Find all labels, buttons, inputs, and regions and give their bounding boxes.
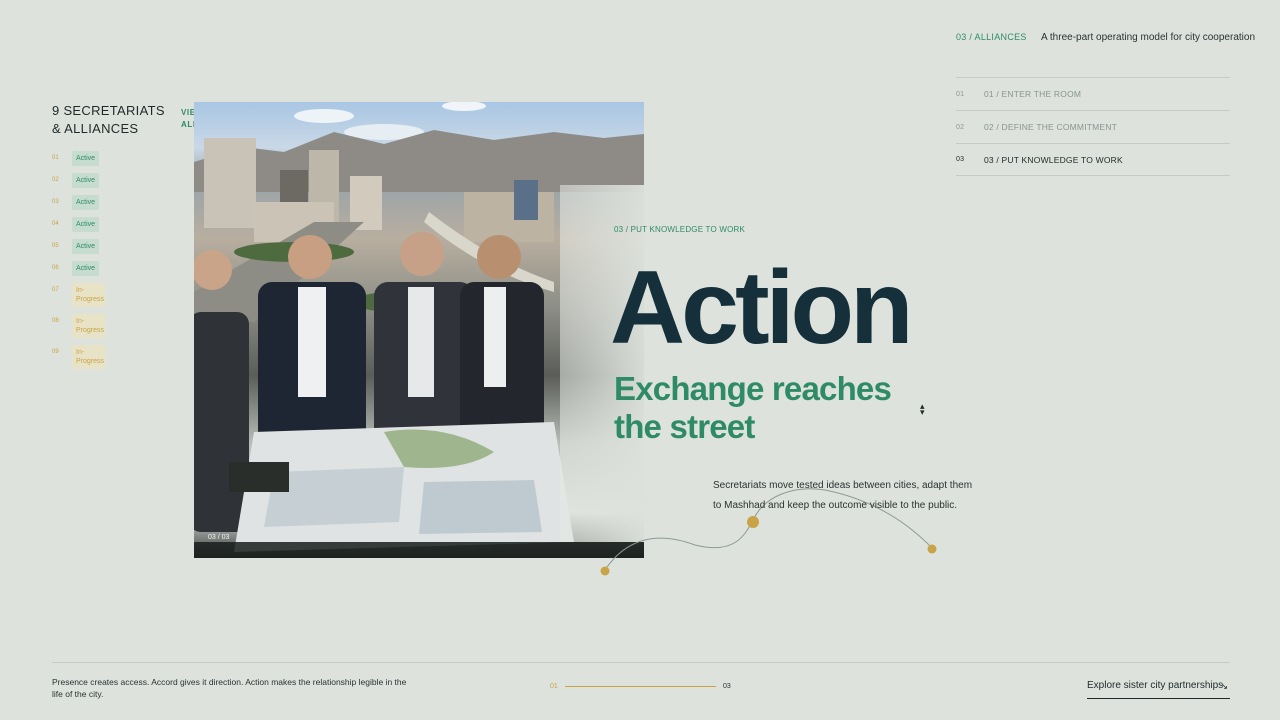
section-tag: 03 / ALLIANCES [956, 32, 1027, 42]
status-badge: Active [72, 261, 100, 276]
status-badge: Active [72, 173, 100, 188]
step-number: 02 [956, 123, 965, 131]
status-badge: In-Progress [72, 314, 105, 338]
step-list: 01 01 / ENTER THE ROOM 02 02 / DEFINE TH… [956, 77, 1230, 176]
secretariat-number: 07 [52, 287, 59, 293]
step-label: 03 / PUT KNOWLEDGE TO WORK [984, 154, 1123, 165]
progress-end-label: 03 [723, 683, 731, 690]
scroll-indicator-icon[interactable]: ▴ ▾ [920, 402, 925, 417]
secretariat-item[interactable]: 03 Active [52, 195, 105, 210]
status-badge: Active [72, 217, 100, 232]
secretariat-item[interactable]: 04 Active [52, 217, 105, 232]
step-item-enter-the-room[interactable]: 01 01 / ENTER THE ROOM [956, 77, 1230, 110]
arrow-down-right-icon: ↘ [1220, 681, 1228, 691]
status-badge: In-Progress [72, 283, 105, 307]
step-item-define-the-commitment[interactable]: 02 02 / DEFINE THE COMMITMENT [956, 110, 1230, 143]
secretariat-item[interactable]: 08 In-Progress [52, 314, 105, 338]
secretariat-number: 01 [52, 155, 59, 161]
feature-tag: 03 / PUT KNOWLEDGE TO WORK [614, 225, 746, 234]
status-badge: Active [72, 151, 100, 166]
secretariat-number: 08 [52, 318, 59, 324]
secretariat-number: 05 [52, 243, 59, 249]
secretariat-number: 04 [52, 221, 59, 227]
progress-bar [565, 686, 716, 687]
secretariat-number: 06 [52, 265, 59, 271]
secretariat-number: 02 [52, 177, 59, 183]
step-number: 03 [956, 156, 965, 163]
secretariat-item[interactable]: 06 Active [52, 261, 105, 276]
progress-start-label: 01 [550, 683, 558, 690]
secretariat-item[interactable]: 05 Active [52, 239, 105, 254]
secretariat-item[interactable]: 07 In-Progress [52, 283, 105, 307]
secretariat-item[interactable]: 02 Active [52, 173, 105, 188]
footer-divider [52, 662, 1230, 663]
section-description: A three-part operating model for city co… [1041, 32, 1256, 43]
explore-partnerships-link[interactable]: Explore sister city partnerships ↘ [1087, 680, 1230, 699]
footer-statement: Presence creates access. Accord gives it… [52, 677, 407, 699]
secretariat-list: 01 Active 02 Active 03 Active 04 Active … [52, 151, 105, 376]
status-badge: Active [72, 195, 100, 210]
step-label: 01 / ENTER THE ROOM [984, 89, 1082, 99]
feature-body: Secretariats move tested ideas between c… [713, 480, 973, 511]
path-dot [747, 516, 759, 528]
step-label: 02 / DEFINE THE COMMITMENT [984, 122, 1118, 132]
explore-link-label: Explore sister city partnerships [1087, 680, 1224, 691]
step-number: 01 [956, 90, 965, 98]
secretariat-item[interactable]: 09 In-Progress [52, 345, 105, 369]
secretariats-title: 9 SECRETARIATS & ALLIANCES [52, 103, 165, 136]
photo-caption-bar [194, 542, 644, 558]
secretariat-number: 03 [52, 199, 59, 205]
step-item-put-knowledge-to-work[interactable]: 03 03 / PUT KNOWLEDGE TO WORK [956, 143, 1230, 176]
status-badge: In-Progress [72, 345, 105, 369]
feature-title: Action [610, 250, 914, 366]
secretariat-number: 09 [52, 349, 59, 355]
path-dot [600, 566, 610, 576]
path-dot [927, 544, 937, 554]
status-badge: Active [72, 239, 100, 254]
feature-subtitle: Exchange reaches the street [614, 370, 892, 445]
secretariat-item[interactable]: 01 Active [52, 151, 105, 166]
photo-counter: 03 / 03 [208, 534, 230, 541]
